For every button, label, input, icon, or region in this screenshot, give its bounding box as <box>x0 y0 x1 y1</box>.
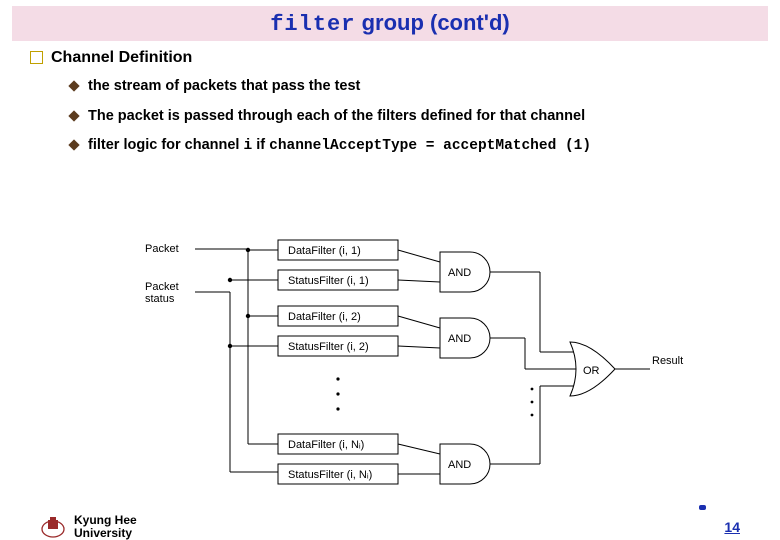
diamond-bullet-icon <box>68 80 79 91</box>
box-label: DataFilter (i, 1) <box>288 245 361 257</box>
and-label: AND <box>448 459 471 471</box>
box-label: StatusFilter (i, 2) <box>288 341 369 353</box>
diamond-bullet-icon <box>68 139 79 150</box>
bullet-code: channelAcceptType = acceptMatched (1) <box>269 138 591 154</box>
section-heading-text: Channel Definition <box>51 49 192 67</box>
box-label: StatusFilter (i, Nᵢ) <box>288 469 372 481</box>
diamond-bullet-icon <box>68 110 79 121</box>
and-label: AND <box>448 333 471 345</box>
box-label: DataFilter (i, 2) <box>288 311 361 323</box>
slide-title: filter group (cont'd) <box>12 6 768 41</box>
box-label: DataFilter (i, Nᵢ) <box>288 439 364 451</box>
input-packet-label: Packet <box>145 243 179 255</box>
bullet-prefix: filter logic for channel <box>88 137 244 153</box>
decorative-dot-icon <box>699 505 706 510</box>
slide-footer: Kyung Hee University 14 <box>0 514 780 540</box>
title-rest: group (cont'd) <box>355 10 509 35</box>
square-bullet-icon <box>30 51 43 64</box>
title-mono: filter <box>270 12 355 37</box>
box-label: StatusFilter (i, 1) <box>288 275 369 287</box>
and-gate <box>440 252 490 484</box>
input-status-label-1: Packet <box>145 281 179 293</box>
filter-logic-diagram: Packet Packet status DataFilter (i, 1) S… <box>140 234 700 494</box>
bullet-text: the stream of packets that pass the test <box>88 77 750 97</box>
input-status-label-2: status <box>145 293 175 305</box>
or-label: OR <box>583 365 600 377</box>
university-logo-icon <box>40 515 66 539</box>
section-heading: Channel Definition <box>30 49 750 67</box>
bullet-code: i <box>244 138 253 154</box>
bullet-item: The packet is passed through each of the… <box>70 107 750 127</box>
bullet-item: filter logic for channel i if channelAcc… <box>70 136 750 157</box>
university-name: Kyung Hee University <box>74 514 137 540</box>
bullet-mid: if <box>252 137 269 153</box>
page-number: 14 <box>724 519 740 535</box>
bullet-text: The packet is passed through each of the… <box>88 107 750 127</box>
bullet-text: filter logic for channel i if channelAcc… <box>88 136 750 157</box>
result-label: Result <box>652 355 683 367</box>
and-label: AND <box>448 267 471 279</box>
bullet-item: the stream of packets that pass the test <box>70 77 750 97</box>
